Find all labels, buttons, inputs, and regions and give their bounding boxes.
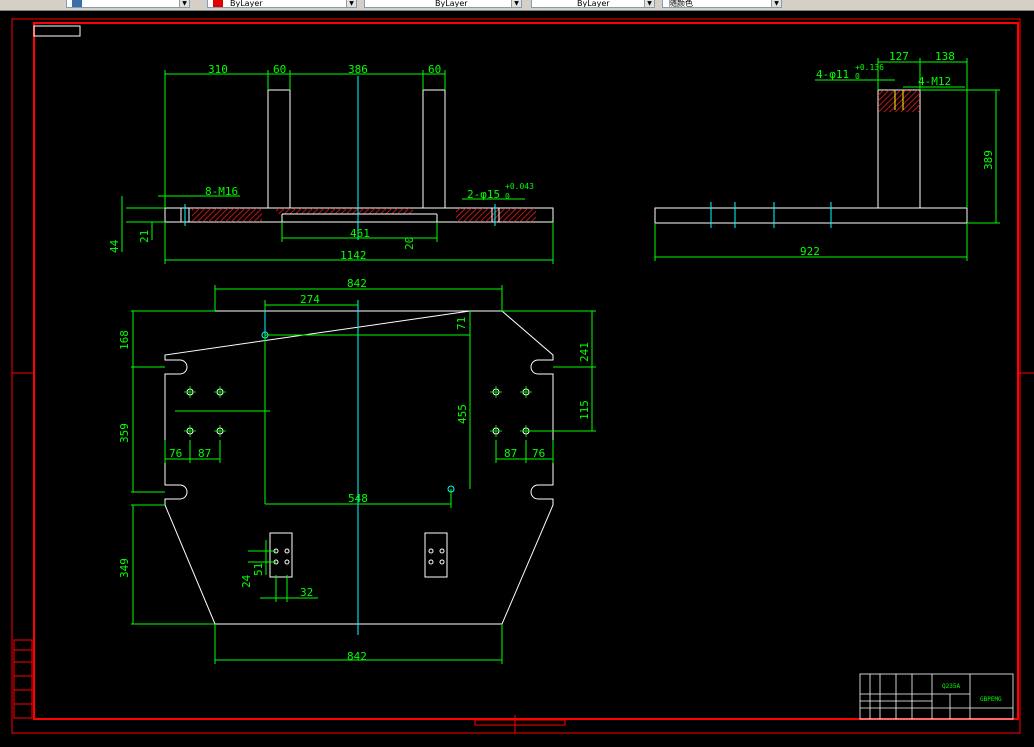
dim-168: 168 bbox=[118, 330, 131, 350]
chevron-down-icon[interactable]: ▼ bbox=[346, 0, 356, 7]
dim-842-bottom: 842 bbox=[347, 650, 367, 663]
dim-76-left: 76 bbox=[169, 447, 182, 460]
dim-hole11-tol: +0.136 bbox=[855, 63, 884, 72]
layer-state-icon bbox=[72, 0, 82, 7]
dim-842-top: 842 bbox=[347, 277, 367, 290]
chevron-down-icon[interactable]: ▼ bbox=[771, 0, 781, 7]
dim-m12: 4-M12 bbox=[918, 75, 951, 88]
chevron-down-icon[interactable]: ▼ bbox=[644, 0, 654, 7]
linetype-control-label: ByLayer bbox=[435, 0, 468, 8]
layer-control[interactable]: ▼ bbox=[66, 0, 190, 8]
dim-310: 310 bbox=[208, 63, 228, 76]
dim-455: 455 bbox=[456, 404, 469, 424]
dim-87-left: 87 bbox=[198, 447, 211, 460]
dim-m16: 8-M16 bbox=[205, 185, 238, 198]
color-swatch-icon bbox=[213, 0, 223, 7]
dim-1142: 1142 bbox=[340, 249, 367, 262]
dim-24: 24 bbox=[240, 574, 253, 588]
dim-138: 138 bbox=[935, 50, 955, 63]
chevron-down-icon[interactable]: ▼ bbox=[511, 0, 521, 7]
section-hatch bbox=[456, 208, 536, 222]
plotstyle-control[interactable]: 随颜色 ▼ bbox=[662, 0, 782, 8]
section-hatch bbox=[192, 208, 262, 222]
dim-hole15-tol: +0.043 bbox=[505, 182, 534, 191]
dim-359: 359 bbox=[118, 423, 131, 443]
title-drawing-number: GBPEMG bbox=[980, 696, 1002, 703]
dim-hole11: 4-φ11 bbox=[816, 68, 849, 81]
dim-548: 548 bbox=[348, 492, 368, 505]
dim-922: 922 bbox=[800, 245, 820, 258]
title-material: Q235A bbox=[942, 683, 960, 690]
dim-461: 461 bbox=[350, 227, 370, 240]
chevron-down-icon[interactable]: ▼ bbox=[179, 0, 189, 7]
dim-hole15-tol0: 0 bbox=[505, 192, 510, 201]
color-control-label: ByLayer bbox=[230, 0, 263, 8]
dim-241: 241 bbox=[578, 342, 591, 362]
plan-view: 842 274 71 168 241 455 115 359 76 87 87 … bbox=[118, 277, 596, 664]
lineweight-control[interactable]: ByLayer ▼ bbox=[531, 0, 655, 8]
dim-274: 274 bbox=[300, 293, 320, 306]
dim-115: 115 bbox=[578, 400, 591, 420]
dim-44: 44 bbox=[108, 239, 121, 253]
dim-76-right: 76 bbox=[532, 447, 545, 460]
drawing-canvas[interactable]: 310 60 386 60 8-M16 2-φ15 +0.043 0 461 1… bbox=[0, 10, 1034, 743]
dim-21: 21 bbox=[138, 230, 151, 243]
section-hatch bbox=[276, 208, 413, 214]
dim-32: 32 bbox=[300, 586, 313, 599]
section-hatch bbox=[878, 90, 920, 112]
dim-51: 51 bbox=[252, 563, 265, 576]
dim-386: 386 bbox=[348, 63, 368, 76]
dim-349: 349 bbox=[118, 558, 131, 578]
dim-20: 20 bbox=[403, 237, 416, 250]
cad-drawing: 310 60 386 60 8-M16 2-φ15 +0.043 0 461 1… bbox=[11, 18, 1034, 734]
plotstyle-control-label: 随颜色 bbox=[669, 0, 693, 8]
dim-71: 71 bbox=[455, 317, 468, 330]
dim-60a: 60 bbox=[273, 63, 286, 76]
dim-60b: 60 bbox=[428, 63, 441, 76]
revision-strip bbox=[13, 639, 33, 719]
linetype-control[interactable]: ByLayer ▼ bbox=[364, 0, 522, 8]
dim-127: 127 bbox=[889, 50, 909, 63]
top-view: 310 60 386 60 8-M16 2-φ15 +0.043 0 461 1… bbox=[108, 63, 554, 264]
side-view: 4-φ11 +0.136 0 127 138 4-M12 389 922 bbox=[654, 50, 1000, 261]
dim-87-right: 87 bbox=[504, 447, 517, 460]
dim-389: 389 bbox=[982, 150, 995, 170]
dim-hole11-tol0: 0 bbox=[855, 72, 860, 81]
lineweight-control-label: ByLayer bbox=[577, 0, 610, 8]
dim-hole15: 2-φ15 bbox=[467, 188, 500, 201]
color-control[interactable]: ByLayer ▼ bbox=[207, 0, 357, 8]
